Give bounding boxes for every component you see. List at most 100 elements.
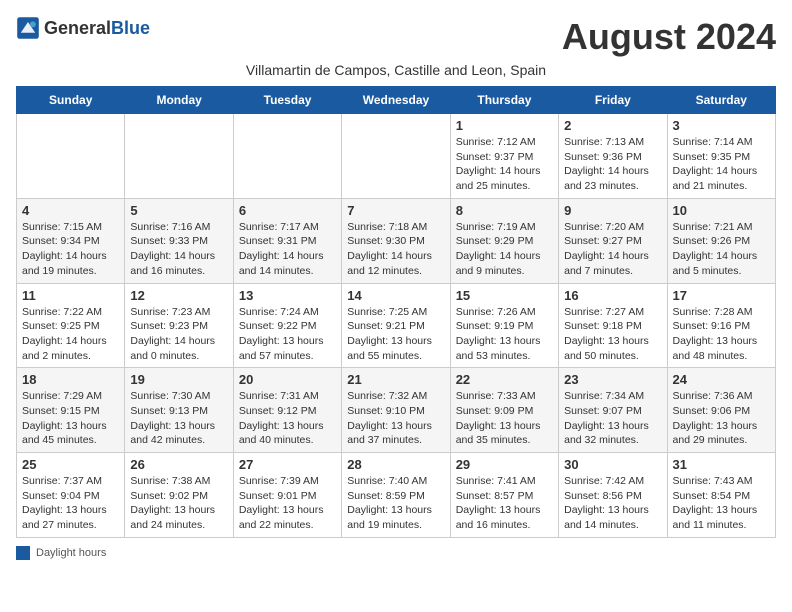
day-number: 25 [22, 457, 119, 472]
day-info: Sunrise: 7:33 AM Sunset: 9:09 PM Dayligh… [456, 389, 553, 448]
legend-color-box [16, 546, 30, 560]
day-number: 20 [239, 372, 336, 387]
day-info: Sunrise: 7:42 AM Sunset: 8:56 PM Dayligh… [564, 474, 661, 533]
day-info: Sunrise: 7:20 AM Sunset: 9:27 PM Dayligh… [564, 220, 661, 279]
weekday-header-cell: Wednesday [342, 87, 450, 114]
day-number: 6 [239, 203, 336, 218]
calendar-week-row: 4 Sunrise: 7:15 AM Sunset: 9:34 PM Daylig… [17, 198, 776, 283]
day-number: 9 [564, 203, 661, 218]
day-number: 10 [673, 203, 770, 218]
calendar-day-cell: 21 Sunrise: 7:32 AM Sunset: 9:10 PM Dayli… [342, 368, 450, 453]
day-info: Sunrise: 7:34 AM Sunset: 9:07 PM Dayligh… [564, 389, 661, 448]
calendar-day-cell: 12 Sunrise: 7:23 AM Sunset: 9:23 PM Dayli… [125, 283, 233, 368]
day-info: Sunrise: 7:19 AM Sunset: 9:29 PM Dayligh… [456, 220, 553, 279]
calendar-day-cell [17, 114, 125, 199]
calendar-day-cell: 31 Sunrise: 7:43 AM Sunset: 8:54 PM Dayli… [667, 453, 775, 538]
weekday-header-row: SundayMondayTuesdayWednesdayThursdayFrid… [17, 87, 776, 114]
day-number: 12 [130, 288, 227, 303]
day-number: 23 [564, 372, 661, 387]
day-number: 15 [456, 288, 553, 303]
day-info: Sunrise: 7:30 AM Sunset: 9:13 PM Dayligh… [130, 389, 227, 448]
calendar-day-cell: 9 Sunrise: 7:20 AM Sunset: 9:27 PM Daylig… [559, 198, 667, 283]
calendar-day-cell: 18Sunrise: 7:29 AM Sunset: 9:15 PM Dayli… [17, 368, 125, 453]
day-number: 16 [564, 288, 661, 303]
page-header: General Blue August 2024 [16, 16, 776, 58]
day-number: 7 [347, 203, 444, 218]
day-number: 22 [456, 372, 553, 387]
day-number: 30 [564, 457, 661, 472]
day-number: 11 [22, 288, 119, 303]
calendar-day-cell: 24Sunrise: 7:36 AM Sunset: 9:06 PM Dayli… [667, 368, 775, 453]
day-info: Sunrise: 7:16 AM Sunset: 9:33 PM Dayligh… [130, 220, 227, 279]
day-number: 4 [22, 203, 119, 218]
day-info: Sunrise: 7:12 AM Sunset: 9:37 PM Dayligh… [456, 135, 553, 194]
day-number: 19 [130, 372, 227, 387]
day-number: 13 [239, 288, 336, 303]
calendar-day-cell: 23 Sunrise: 7:34 AM Sunset: 9:07 PM Dayli… [559, 368, 667, 453]
day-number: 28 [347, 457, 444, 472]
calendar-day-cell [125, 114, 233, 199]
day-number: 21 [347, 372, 444, 387]
day-number: 2 [564, 118, 661, 133]
calendar-day-cell: 11 Sunrise: 7:22 AM Sunset: 9:25 PM Dayli… [17, 283, 125, 368]
calendar-day-cell: 5 Sunrise: 7:16 AM Sunset: 9:33 PM Daylig… [125, 198, 233, 283]
calendar-day-cell: 3 Sunrise: 7:14 AM Sunset: 9:35 PM Daylig… [667, 114, 775, 199]
day-info: Sunrise: 7:17 AM Sunset: 9:31 PM Dayligh… [239, 220, 336, 279]
calendar-day-cell [233, 114, 341, 199]
day-number: 17 [673, 288, 770, 303]
day-info: Sunrise: 7:28 AM Sunset: 9:16 PM Dayligh… [673, 305, 770, 364]
calendar-day-cell: 7 Sunrise: 7:18 AM Sunset: 9:30 PM Daylig… [342, 198, 450, 283]
calendar-day-cell: 20 Sunrise: 7:31 AM Sunset: 9:12 PM Dayli… [233, 368, 341, 453]
calendar-day-cell: 25 Sunrise: 7:37 AM Sunset: 9:04 PM Dayli… [17, 453, 125, 538]
day-number: 8 [456, 203, 553, 218]
calendar-week-row: 18Sunrise: 7:29 AM Sunset: 9:15 PM Dayli… [17, 368, 776, 453]
legend: Daylight hours [16, 546, 776, 560]
day-number: 5 [130, 203, 227, 218]
day-info: Sunrise: 7:14 AM Sunset: 9:35 PM Dayligh… [673, 135, 770, 194]
day-info: Sunrise: 7:18 AM Sunset: 9:30 PM Dayligh… [347, 220, 444, 279]
legend-label: Daylight hours [36, 547, 106, 559]
day-info: Sunrise: 7:36 AM Sunset: 9:06 PM Dayligh… [673, 389, 770, 448]
calendar-day-cell: 14Sunrise: 7:25 AM Sunset: 9:21 PM Dayli… [342, 283, 450, 368]
day-number: 3 [673, 118, 770, 133]
logo: General Blue [16, 16, 150, 40]
calendar-day-cell: 26 Sunrise: 7:38 AM Sunset: 9:02 PM Dayli… [125, 453, 233, 538]
month-title: August 2024 [562, 16, 776, 58]
day-info: Sunrise: 7:31 AM Sunset: 9:12 PM Dayligh… [239, 389, 336, 448]
day-info: Sunrise: 7:15 AM Sunset: 9:34 PM Dayligh… [22, 220, 119, 279]
calendar-week-row: 25 Sunrise: 7:37 AM Sunset: 9:04 PM Dayli… [17, 453, 776, 538]
day-number: 1 [456, 118, 553, 133]
logo-text-blue: Blue [111, 19, 150, 37]
day-info: Sunrise: 7:27 AM Sunset: 9:18 PM Dayligh… [564, 305, 661, 364]
calendar-day-cell: 4 Sunrise: 7:15 AM Sunset: 9:34 PM Daylig… [17, 198, 125, 283]
day-info: Sunrise: 7:37 AM Sunset: 9:04 PM Dayligh… [22, 474, 119, 533]
day-info: Sunrise: 7:38 AM Sunset: 9:02 PM Dayligh… [130, 474, 227, 533]
day-info: Sunrise: 7:26 AM Sunset: 9:19 PM Dayligh… [456, 305, 553, 364]
day-number: 27 [239, 457, 336, 472]
calendar-day-cell: 10 Sunrise: 7:21 AM Sunset: 9:26 PM Dayli… [667, 198, 775, 283]
calendar-day-cell [342, 114, 450, 199]
location-subtitle: Villamartin de Campos, Castille and Leon… [16, 62, 776, 78]
calendar-day-cell: 19 Sunrise: 7:30 AM Sunset: 9:13 PM Dayli… [125, 368, 233, 453]
day-number: 14 [347, 288, 444, 303]
calendar-table: SundayMondayTuesdayWednesdayThursdayFrid… [16, 86, 776, 538]
calendar-day-cell: 6 Sunrise: 7:17 AM Sunset: 9:31 PM Daylig… [233, 198, 341, 283]
calendar-day-cell: 16 Sunrise: 7:27 AM Sunset: 9:18 PM Dayli… [559, 283, 667, 368]
day-number: 31 [673, 457, 770, 472]
logo-text-general: General [44, 19, 111, 37]
weekday-header-cell: Thursday [450, 87, 558, 114]
day-info: Sunrise: 7:22 AM Sunset: 9:25 PM Dayligh… [22, 305, 119, 364]
weekday-header-cell: Tuesday [233, 87, 341, 114]
calendar-body: 1 Sunrise: 7:12 AM Sunset: 9:37 PM Daylig… [17, 114, 776, 538]
weekday-header-cell: Monday [125, 87, 233, 114]
calendar-day-cell: 28Sunrise: 7:40 AM Sunset: 8:59 PM Dayli… [342, 453, 450, 538]
day-info: Sunrise: 7:24 AM Sunset: 9:22 PM Dayligh… [239, 305, 336, 364]
day-info: Sunrise: 7:32 AM Sunset: 9:10 PM Dayligh… [347, 389, 444, 448]
day-info: Sunrise: 7:43 AM Sunset: 8:54 PM Dayligh… [673, 474, 770, 533]
weekday-header-cell: Sunday [17, 87, 125, 114]
day-info: Sunrise: 7:21 AM Sunset: 9:26 PM Dayligh… [673, 220, 770, 279]
day-number: 26 [130, 457, 227, 472]
day-info: Sunrise: 7:23 AM Sunset: 9:23 PM Dayligh… [130, 305, 227, 364]
day-number: 29 [456, 457, 553, 472]
day-info: Sunrise: 7:39 AM Sunset: 9:01 PM Dayligh… [239, 474, 336, 533]
